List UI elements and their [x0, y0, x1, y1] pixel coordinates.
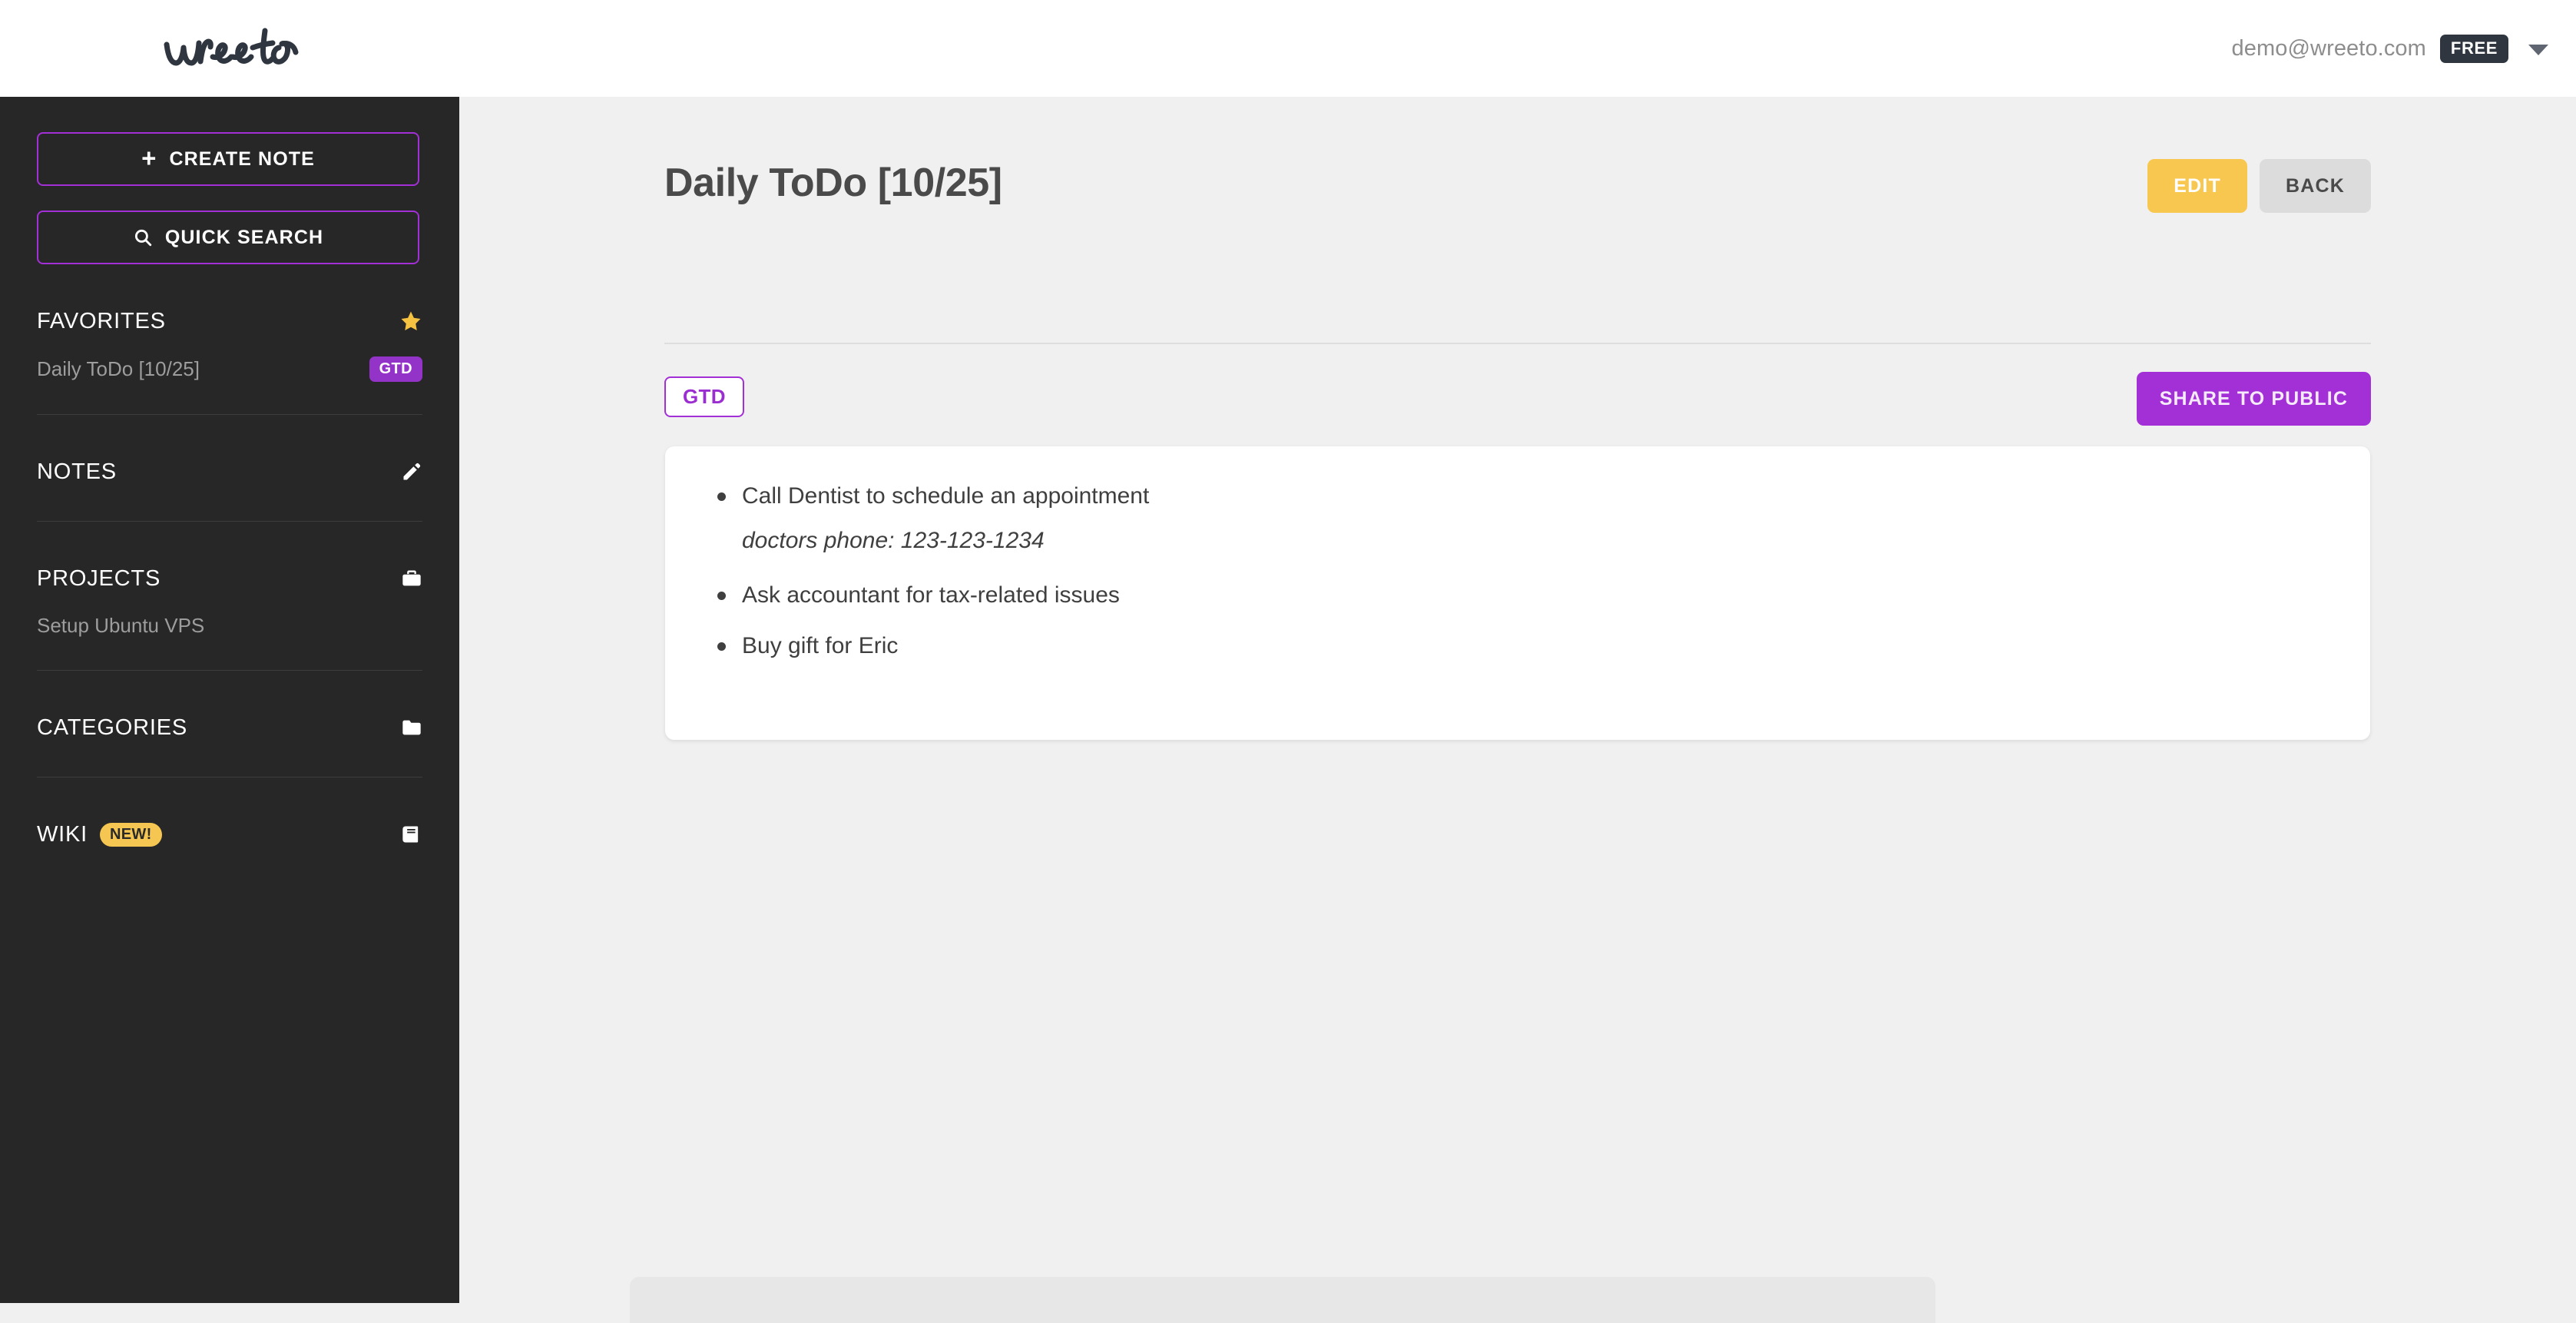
quick-search-label: QUICK SEARCH	[164, 226, 324, 248]
category-tag[interactable]: GTD	[664, 376, 744, 417]
briefcase-icon[interactable]	[401, 568, 422, 589]
divider	[37, 414, 422, 415]
folder-icon[interactable]	[401, 717, 422, 738]
divider	[37, 521, 422, 522]
back-button[interactable]: BACK	[2259, 159, 2371, 213]
chevron-down-icon[interactable]	[2528, 44, 2548, 55]
main-content: Daily ToDo [10/25] EDIT BACK GTD SHARE T…	[459, 97, 2576, 1303]
sidebar-item-projects[interactable]: PROJECTS	[37, 562, 422, 595]
sidebar-section-categories: CATEGORIES	[37, 711, 422, 778]
star-icon[interactable]	[399, 310, 422, 333]
note-list: Call Dentist to schedule an appointment …	[711, 482, 2324, 660]
sidebar-section-title: PROJECTS	[37, 565, 161, 591]
account-email: demo@wreeto.com	[2231, 35, 2426, 61]
sidebar-section-wiki: WIKI NEW!	[37, 817, 422, 851]
search-icon	[133, 227, 153, 247]
edit-button[interactable]: EDIT	[2147, 159, 2247, 213]
note-subline: doctors phone: 123-123-1234	[742, 527, 1045, 553]
sidebar: + CREATE NOTE QUICK SEARCH FAVORITES Dai…	[0, 97, 459, 1303]
wreeto-logo[interactable]	[157, 17, 311, 83]
list-item: Ask accountant for tax-related issues	[711, 581, 2324, 610]
sidebar-item-favorites[interactable]: FAVORITES	[37, 304, 422, 338]
sidebar-section-projects: PROJECTS Setup Ubuntu VPS	[37, 562, 422, 671]
favorite-note-label: Daily ToDo [10/25]	[37, 357, 200, 380]
tag-row: GTD SHARE TO PUBLIC	[664, 372, 2371, 426]
page-header: Daily ToDo [10/25] EDIT BACK	[664, 155, 2371, 232]
plan-badge: FREE	[2439, 34, 2508, 63]
book-icon[interactable]	[401, 824, 422, 845]
page-actions: EDIT BACK	[2147, 159, 2371, 213]
sidebar-item-categories[interactable]: CATEGORIES	[37, 711, 422, 744]
top-bar: demo@wreeto.com FREE	[0, 0, 2576, 97]
sidebar-section-title: NOTES	[37, 459, 117, 484]
sidebar-item-wiki[interactable]: WIKI NEW!	[37, 817, 422, 851]
create-note-label: CREATE NOTE	[169, 148, 315, 170]
list-item[interactable]: Daily ToDo [10/25] GTD	[37, 356, 422, 382]
quick-search-button[interactable]: QUICK SEARCH	[37, 211, 419, 264]
sidebar-section-title: FAVORITES	[37, 308, 166, 333]
sidebar-section-title: CATEGORIES	[37, 715, 187, 740]
status-badge: GTD	[369, 356, 422, 382]
note-content-card: Call Dentist to schedule an appointment …	[665, 446, 2370, 740]
create-note-button[interactable]: + CREATE NOTE	[37, 132, 419, 186]
share-to-public-button[interactable]: SHARE TO PUBLIC	[2136, 372, 2371, 426]
list-item: Buy gift for Eric	[711, 632, 2324, 661]
divider	[37, 670, 422, 671]
sidebar-section-title: WIKI	[37, 821, 88, 847]
divider	[664, 343, 2371, 344]
pencil-icon[interactable]	[401, 461, 422, 482]
sidebar-item-notes[interactable]: NOTES	[37, 455, 422, 489]
page-title: Daily ToDo [10/25]	[664, 161, 1002, 205]
plus-icon: +	[141, 144, 157, 172]
list-item: Call Dentist to schedule an appointment	[711, 482, 2324, 511]
account-menu[interactable]: demo@wreeto.com FREE	[2232, 0, 2548, 97]
new-badge: NEW!	[100, 822, 162, 847]
footer-panel-partial	[630, 1277, 1935, 1323]
list-item[interactable]: Setup Ubuntu VPS	[37, 614, 422, 638]
project-label: Setup Ubuntu VPS	[37, 614, 205, 637]
sidebar-section-favorites: FAVORITES Daily ToDo [10/25] GTD	[37, 304, 422, 415]
sidebar-section-notes: NOTES	[37, 455, 422, 522]
divider	[37, 777, 422, 778]
